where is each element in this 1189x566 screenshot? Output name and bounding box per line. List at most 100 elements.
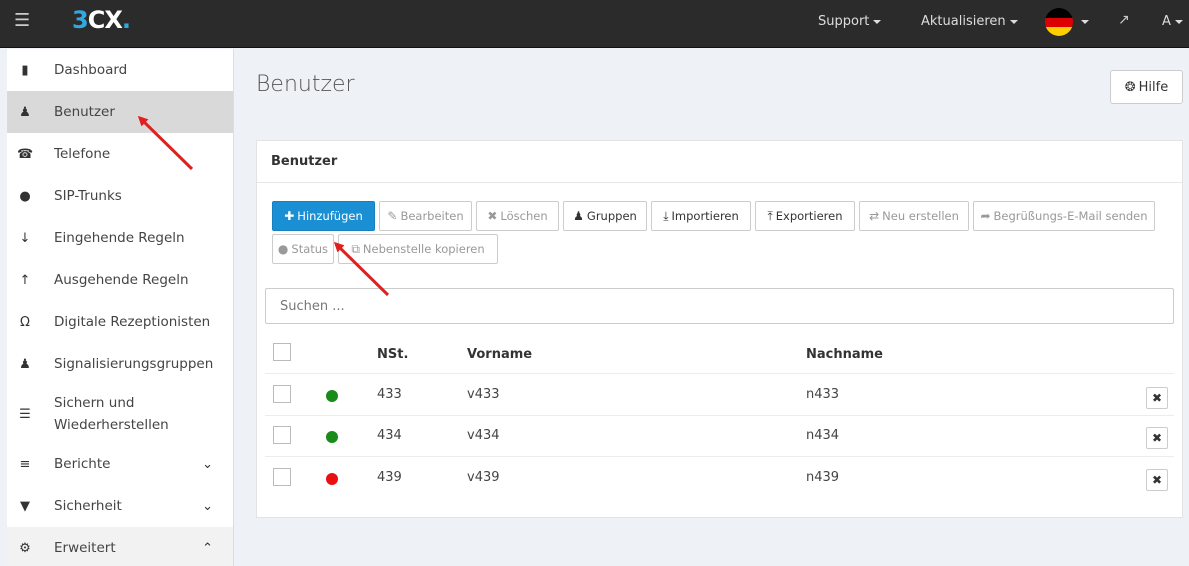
user-icon: ♟ bbox=[19, 104, 31, 120]
chevron-up-icon: ⌃ bbox=[202, 540, 213, 556]
row-delete-button[interactable]: ✖ bbox=[1146, 387, 1168, 409]
help-button[interactable]: ❂ Hilfe bbox=[1110, 70, 1183, 104]
sidebar-item-ausgehende-regeln[interactable]: ↑ Ausgehende Regeln bbox=[7, 259, 233, 301]
status-dot bbox=[326, 390, 338, 402]
plus-icon: ✚ bbox=[284, 209, 295, 223]
row-delete-button[interactable]: ✖ bbox=[1146, 427, 1168, 449]
row-checkbox[interactable] bbox=[273, 426, 291, 444]
sidebar-item-label: Dashboard bbox=[54, 62, 128, 78]
support-label: Support bbox=[818, 14, 870, 29]
sidebar-item-eingehende-regeln[interactable]: ↓ Eingehende Regeln bbox=[7, 217, 233, 259]
update-label: Aktualisieren bbox=[921, 14, 1006, 29]
export-label: Exportieren bbox=[775, 209, 843, 223]
caret-down-icon bbox=[1174, 19, 1183, 24]
update-menu[interactable]: Aktualisieren bbox=[921, 14, 1018, 29]
sidebar-item-berichte[interactable]: ≡ Berichte ⌄ bbox=[7, 443, 233, 485]
sidebar-item-label: SIP-Trunks bbox=[54, 188, 122, 204]
divider bbox=[265, 373, 1174, 374]
sidebar-item-label: Eingehende Regeln bbox=[54, 230, 185, 246]
sidebar-item-telefone[interactable]: ☎ Telefone bbox=[7, 133, 233, 175]
list-icon: ≡ bbox=[19, 456, 31, 472]
sidebar-item-label: Benutzer bbox=[54, 104, 115, 120]
row-checkbox[interactable] bbox=[273, 385, 291, 403]
sidebar-item-signalisierungsgruppen[interactable]: ♟ Signalisierungsgruppen bbox=[7, 343, 233, 385]
row-delete-button[interactable]: ✖ bbox=[1146, 469, 1168, 491]
groups-button[interactable]: ♟ Gruppen bbox=[563, 201, 647, 231]
sidebar-item-sicherheit[interactable]: ▼ Sicherheit ⌄ bbox=[7, 485, 233, 527]
bar-chart-icon: ▮ bbox=[21, 62, 29, 78]
pencil-icon: ✎ bbox=[387, 209, 398, 223]
sidebar-item-label: Digitale Rezeptionisten bbox=[54, 314, 211, 330]
import-button[interactable]: ⤓ Importieren bbox=[651, 201, 751, 231]
sidebar: ▮ Dashboard ♟ Benutzer ☎ Telefone ● SIP-… bbox=[7, 49, 234, 566]
chevron-down-icon: ⌄ bbox=[202, 498, 213, 514]
users-panel: Benutzer ✚ Hinzufügen ✎ Bearbeiten ✖ Lösche… bbox=[256, 140, 1183, 518]
add-button[interactable]: ✚ Hinzufügen bbox=[272, 201, 375, 231]
cell-ext: 439 bbox=[377, 470, 402, 485]
x-icon: ✖ bbox=[487, 209, 498, 223]
logo-dot: . bbox=[121, 6, 131, 34]
status-dot bbox=[326, 431, 338, 443]
logo-prefix: 3 bbox=[72, 6, 89, 34]
retweet-icon: ⇄ bbox=[869, 209, 880, 223]
fullscreen-icon[interactable]: ↗ bbox=[1118, 12, 1130, 28]
database-icon: ☰ bbox=[19, 406, 31, 422]
export-button[interactable]: ⤒ Exportieren bbox=[755, 201, 855, 231]
delete-label: Löschen bbox=[500, 209, 548, 223]
phone-icon: ☎ bbox=[17, 146, 34, 162]
lifebuoy-icon: ❂ bbox=[1124, 79, 1136, 95]
download-icon: ⤓ bbox=[663, 208, 669, 223]
arrow-down-icon: ↓ bbox=[19, 230, 31, 246]
sidebar-item-sichern[interactable]: ☰ Sichern und Wiederherstellen bbox=[7, 385, 233, 443]
select-all-checkbox[interactable] bbox=[273, 343, 291, 361]
search-input[interactable]: Suchen ... bbox=[265, 288, 1174, 324]
panel-header: Benutzer bbox=[257, 141, 1182, 183]
hamburger-menu-icon[interactable]: ☰ bbox=[14, 10, 30, 31]
sidebar-item-label-line1: Sichern und bbox=[54, 395, 135, 411]
column-header-last-name[interactable]: Nachname bbox=[806, 347, 883, 362]
edit-label: Bearbeiten bbox=[400, 209, 464, 223]
sidebar-item-erweitert[interactable]: ⚙ Erweitert ⌃ bbox=[7, 527, 233, 566]
regenerate-button[interactable]: ⇄ Neu erstellen bbox=[859, 201, 969, 231]
column-header-ext[interactable]: NSt. bbox=[377, 347, 408, 362]
help-label: Hilfe bbox=[1138, 79, 1169, 95]
logo[interactable]: 3CX. bbox=[72, 6, 131, 34]
sidebar-item-label: Ausgehende Regeln bbox=[54, 272, 189, 288]
status-button[interactable]: ● Status bbox=[272, 234, 334, 264]
page-title: Benutzer bbox=[256, 72, 355, 97]
caret-down-icon bbox=[1009, 19, 1018, 24]
user-menu[interactable]: A bbox=[1162, 14, 1183, 29]
shield-icon: ▼ bbox=[20, 498, 30, 514]
status-label: Status bbox=[291, 242, 329, 256]
language-caret-icon[interactable] bbox=[1081, 20, 1089, 24]
gear-icon: ⚙ bbox=[19, 540, 31, 556]
copy-extension-label: Nebenstelle kopieren bbox=[362, 242, 485, 256]
welcome-email-button[interactable]: ➦ Begrüßungs-E-Mail senden bbox=[973, 201, 1155, 231]
cell-first-name: v434 bbox=[467, 428, 500, 443]
edit-button[interactable]: ✎ Bearbeiten bbox=[379, 201, 472, 231]
user-initial: A bbox=[1162, 14, 1171, 29]
german-flag-icon[interactable] bbox=[1045, 8, 1073, 36]
cell-last-name: n439 bbox=[806, 470, 840, 485]
top-navbar: ☰ 3CX. Support Aktualisieren ↗ A bbox=[0, 0, 1189, 48]
upload-icon: ⤒ bbox=[767, 208, 773, 223]
sidebar-item-label: Signalisierungsgruppen bbox=[54, 356, 214, 372]
globe-icon: ● bbox=[19, 188, 31, 204]
sidebar-item-sip-trunks[interactable]: ● SIP-Trunks bbox=[7, 175, 233, 217]
column-header-first-name[interactable]: Vorname bbox=[467, 347, 532, 362]
sidebar-item-label: Berichte bbox=[54, 456, 111, 472]
copy-icon: ⧉ bbox=[351, 241, 360, 256]
copy-extension-button[interactable]: ⧉ Nebenstelle kopieren bbox=[338, 234, 498, 264]
cell-last-name: n434 bbox=[806, 428, 840, 443]
delete-button[interactable]: ✖ Löschen bbox=[476, 201, 559, 231]
sidebar-item-benutzer[interactable]: ♟ Benutzer bbox=[7, 91, 233, 133]
cell-ext: 433 bbox=[377, 387, 402, 402]
sidebar-item-label: Erweitert bbox=[54, 540, 116, 556]
sidebar-item-digitale-rezeptionisten[interactable]: Ω Digitale Rezeptionisten bbox=[7, 301, 233, 343]
sidebar-item-label: Telefone bbox=[54, 146, 111, 162]
support-menu[interactable]: Support bbox=[818, 14, 882, 29]
logo-suffix: CX bbox=[87, 6, 123, 34]
sidebar-item-label: Sicherheit bbox=[54, 498, 122, 514]
row-checkbox[interactable] bbox=[273, 468, 291, 486]
sidebar-item-dashboard[interactable]: ▮ Dashboard bbox=[7, 49, 233, 91]
